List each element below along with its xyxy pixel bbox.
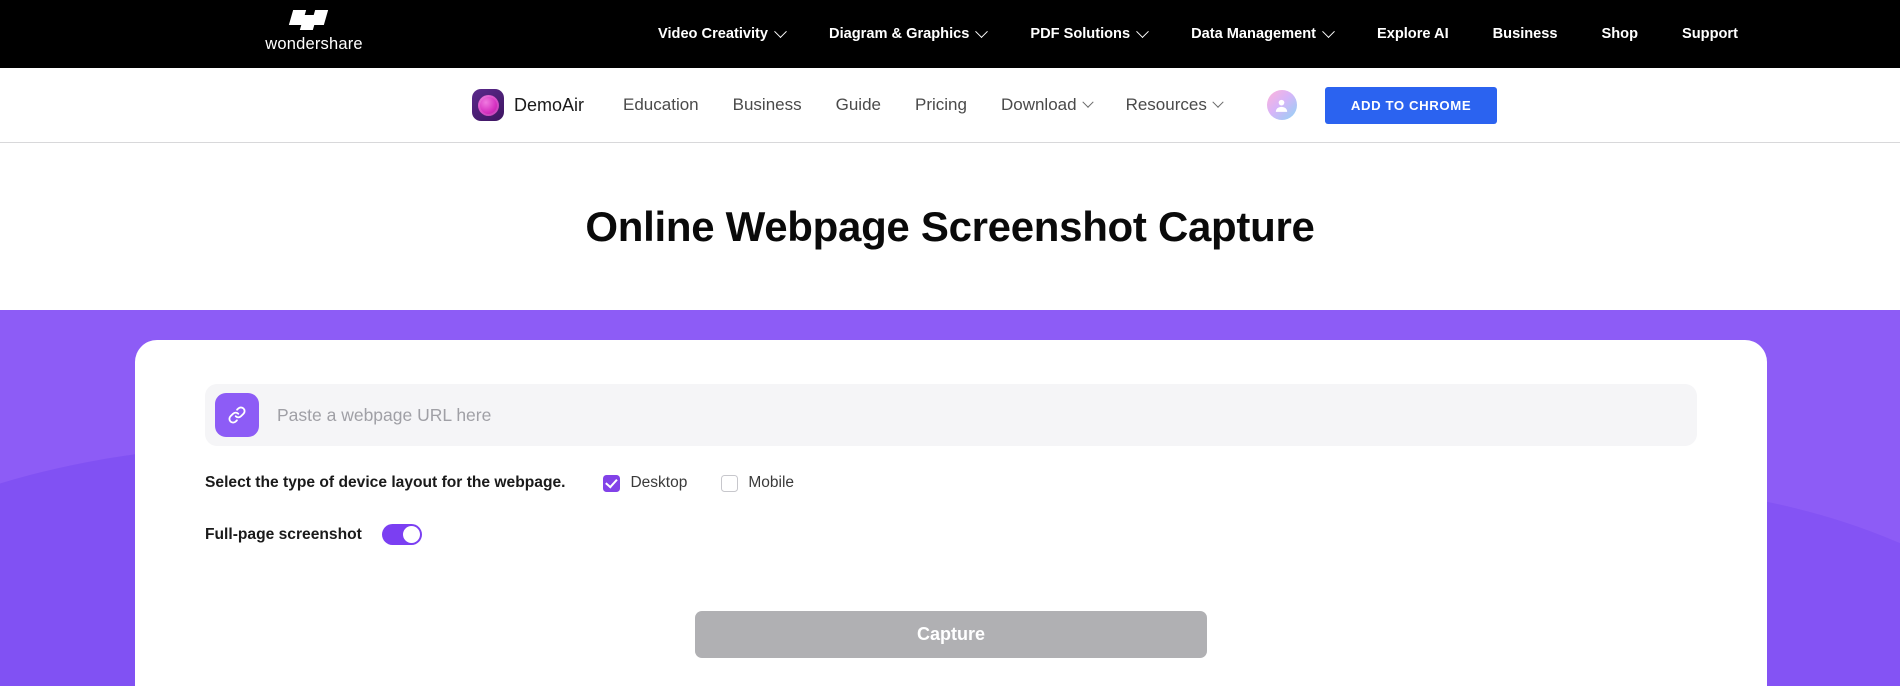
topnav-item-video-creativity[interactable]: Video Creativity xyxy=(636,24,807,42)
desktop-label: Desktop xyxy=(630,474,688,491)
device-layout-label: Select the type of device layout for the… xyxy=(205,474,566,491)
device-option-desktop[interactable]: Desktop xyxy=(603,474,687,492)
demoair-logo-icon xyxy=(472,89,504,121)
subnav-label: Pricing xyxy=(915,95,967,114)
device-option-mobile[interactable]: Mobile xyxy=(721,474,794,492)
topnav-label: Shop xyxy=(1601,26,1638,42)
topnav-label: Data Management xyxy=(1191,26,1316,42)
subnav-label: Guide xyxy=(835,95,881,114)
topnav-item-explore-ai[interactable]: Explore AI xyxy=(1355,26,1471,42)
chevron-down-icon xyxy=(1136,24,1149,38)
top-nav-links: Video Creativity Diagram & Graphics PDF … xyxy=(636,0,1760,68)
device-layout-row: Select the type of device layout for the… xyxy=(205,474,1697,492)
topnav-label: Diagram & Graphics xyxy=(829,26,970,42)
chevron-down-icon xyxy=(1322,24,1335,38)
topnav-label: Support xyxy=(1682,26,1738,42)
tool-section: Select the type of device layout for the… xyxy=(0,310,1900,686)
subnav-label: Business xyxy=(732,95,802,114)
topnav-item-shop[interactable]: Shop xyxy=(1580,26,1660,42)
add-to-chrome-button[interactable]: ADD TO CHROME xyxy=(1324,86,1498,124)
subnav-label: Download xyxy=(1000,95,1077,114)
topnav-item-pdf-solutions[interactable]: PDF Solutions xyxy=(1008,24,1169,42)
page-title: Online Webpage Screenshot Capture xyxy=(585,202,1315,250)
topnav-item-data-management[interactable]: Data Management xyxy=(1169,24,1355,42)
subnav-item-guide[interactable]: Guide xyxy=(819,95,898,115)
topnav-label: Video Creativity xyxy=(658,26,769,42)
chevron-down-icon xyxy=(1212,96,1224,108)
topnav-label: Business xyxy=(1492,26,1558,42)
subnav-label: Education xyxy=(623,95,699,114)
desktop-checkbox[interactable] xyxy=(603,474,621,492)
wondershare-logo-icon xyxy=(288,10,337,30)
subnav-item-education[interactable]: Education xyxy=(606,95,716,115)
link-chain-icon[interactable] xyxy=(215,393,259,437)
topnav-item-business[interactable]: Business xyxy=(1471,26,1580,42)
capture-tool-card: Select the type of device layout for the… xyxy=(135,340,1767,686)
wondershare-wordmark: wondershare xyxy=(265,35,363,53)
chevron-down-icon xyxy=(1081,96,1094,108)
fullpage-row: Full-page screenshot xyxy=(205,524,1697,545)
subnav-item-resources[interactable]: Resources xyxy=(1109,95,1239,115)
user-avatar-icon[interactable] xyxy=(1266,90,1297,120)
top-navigation-bar: wondershare Video Creativity Diagram & G… xyxy=(0,0,1900,68)
fullpage-toggle[interactable] xyxy=(381,524,422,545)
subnav-item-pricing[interactable]: Pricing xyxy=(898,95,984,115)
topnav-item-support[interactable]: Support xyxy=(1660,26,1760,42)
product-navigation-bar: DemoAir Education Business Guide Pricing… xyxy=(0,68,1900,143)
mobile-checkbox[interactable] xyxy=(721,474,739,492)
subnav-item-download[interactable]: Download xyxy=(984,95,1109,115)
subnav-item-business[interactable]: Business xyxy=(716,95,819,115)
capture-button-wrap: Capture xyxy=(205,611,1697,658)
url-input[interactable] xyxy=(277,404,1687,426)
wondershare-logo[interactable]: wondershare xyxy=(258,10,370,54)
chevron-down-icon xyxy=(975,24,989,38)
topnav-item-diagram-graphics[interactable]: Diagram & Graphics xyxy=(807,24,1008,42)
capture-button[interactable]: Capture xyxy=(695,611,1207,658)
topnav-label: Explore AI xyxy=(1376,26,1449,42)
subnav-label: Resources xyxy=(1125,95,1207,114)
demoair-product-name: DemoAir xyxy=(514,94,585,115)
hero-section: Online Webpage Screenshot Capture xyxy=(0,143,1900,310)
url-input-row xyxy=(205,384,1697,446)
chevron-down-icon xyxy=(774,24,787,38)
topnav-label: PDF Solutions xyxy=(1030,26,1131,42)
demoair-brand[interactable]: DemoAir xyxy=(472,89,584,121)
mobile-label: Mobile xyxy=(748,474,795,491)
toggle-knob xyxy=(402,526,420,543)
fullpage-label: Full-page screenshot xyxy=(205,525,362,543)
